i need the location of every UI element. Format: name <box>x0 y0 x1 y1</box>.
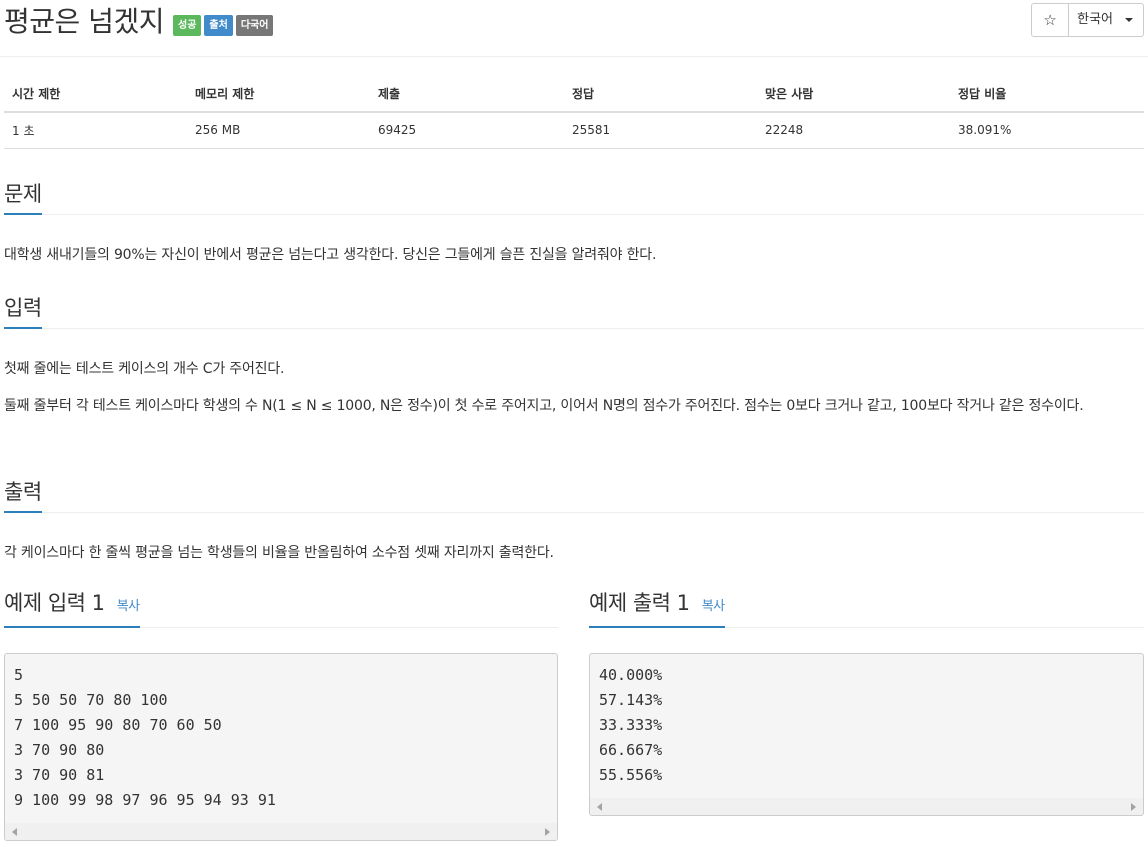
scroll-left-icon[interactable] <box>597 803 602 811</box>
copy-output-button[interactable]: 복사 <box>702 599 725 614</box>
header-buttons: ☆ 한국어 <box>1031 3 1144 37</box>
value-memory-limit: 256 MB <box>187 112 370 149</box>
problem-description: 대학생 새내기들의 90%는 자신이 반에서 평균은 넘는다고 생각한다. 당신… <box>4 247 657 263</box>
copy-input-button[interactable]: 복사 <box>117 599 140 614</box>
sample-input-header: 예제 입력 1 복사 <box>4 591 558 628</box>
sample-output-block[interactable]: 40.000% 57.143% 33.333% 66.667% 55.556% <box>589 653 1144 816</box>
badge-success[interactable]: 성공 <box>173 15 202 36</box>
star-icon: ☆ <box>1043 11 1057 29</box>
value-accept-ratio: 38.091% <box>950 112 1144 149</box>
output-description: 각 케이스마다 한 줄씩 평균을 넘는 학생들의 비율을 반올림하여 소수점 셋… <box>4 545 554 561</box>
code-line: 55.556% <box>599 766 663 784</box>
code-line: 3 70 90 80 <box>14 741 105 759</box>
scroll-left-icon[interactable] <box>12 828 17 836</box>
header-solved-users: 맞은 사람 <box>757 75 950 113</box>
value-accepted: 25581 <box>564 112 757 149</box>
badge-source[interactable]: 출처 <box>204 15 233 36</box>
value-solved-users: 22248 <box>757 112 950 149</box>
badge-multilang[interactable]: 다국어 <box>235 15 274 36</box>
code-line: 33.333% <box>599 716 663 734</box>
output-heading: 출력 <box>4 477 42 513</box>
sample-output-header: 예제 출력 1 복사 <box>589 591 1144 628</box>
page-title: 평균은 넘겠지 <box>4 5 164 38</box>
sample-output-lines: 40.000% 57.143% 33.333% 66.667% 55.556% <box>590 654 1143 788</box>
table-row: 1 초 256 MB 69425 25581 22248 38.091% <box>4 112 1144 149</box>
language-label: 한국어 <box>1077 12 1113 27</box>
code-line: 3 70 90 81 <box>14 766 105 784</box>
input-section-header: 입력 <box>4 292 1144 329</box>
input-description-1: 첫째 줄에는 테스트 케이스의 개수 C가 주어진다. <box>4 361 285 377</box>
scroll-right-icon[interactable] <box>545 828 550 836</box>
input-description-2: 둘째 줄부터 각 테스트 케이스마다 학생의 수 N(1 ≤ N ≤ 1000,… <box>4 398 1084 414</box>
horizontal-scrollbar[interactable] <box>590 798 1143 815</box>
input-heading: 입력 <box>4 293 42 329</box>
sample-input-heading: 예제 입력 1 복사 <box>4 588 140 628</box>
problem-section-header: 문제 <box>4 178 1144 215</box>
header-memory-limit: 메모리 제한 <box>187 75 370 113</box>
header-accepted: 정답 <box>564 75 757 113</box>
code-line: 66.667% <box>599 741 663 759</box>
code-line: 5 50 50 70 80 100 <box>14 691 168 709</box>
table-header-row: 시간 제한 메모리 제한 제출 정답 맞은 사람 정답 비율 <box>4 75 1144 113</box>
badge-group: 성공 출처 다국어 <box>173 15 274 36</box>
caret-down-icon <box>1125 18 1133 22</box>
code-line: 40.000% <box>599 666 663 684</box>
sample-input-lines: 5 5 50 50 70 80 100 7 100 95 90 80 70 60 5… <box>5 654 557 813</box>
value-submissions: 69425 <box>370 112 564 149</box>
problem-info-table: 시간 제한 메모리 제한 제출 정답 맞은 사람 정답 비율 1 초 256 M… <box>4 75 1144 149</box>
code-line: 57.143% <box>599 691 663 709</box>
code-line: 7 100 95 90 80 70 60 50 <box>14 716 222 734</box>
sample-input-block[interactable]: 5 5 50 50 70 80 100 7 100 95 90 80 70 60 5… <box>4 653 558 841</box>
problem-heading: 문제 <box>4 179 42 215</box>
output-section-header: 출력 <box>4 476 1144 513</box>
scroll-right-icon[interactable] <box>1131 803 1136 811</box>
language-dropdown[interactable]: 한국어 <box>1069 3 1144 37</box>
code-line: 9 100 99 98 97 96 95 94 93 91 <box>14 791 276 809</box>
code-line: 5 <box>14 666 24 684</box>
horizontal-scrollbar[interactable] <box>5 823 557 840</box>
star-button[interactable]: ☆ <box>1031 3 1070 37</box>
sample-output-heading: 예제 출력 1 복사 <box>589 588 725 628</box>
header-submissions: 제출 <box>370 75 564 113</box>
sample-input-title: 예제 입력 1 <box>4 591 105 615</box>
page-header: 평균은 넘겠지 성공 출처 다국어 ☆ 한국어 <box>0 0 1148 57</box>
value-time-limit: 1 초 <box>4 112 187 149</box>
sample-output-title: 예제 출력 1 <box>589 591 690 615</box>
header-time-limit: 시간 제한 <box>4 75 187 113</box>
header-accept-ratio: 정답 비율 <box>950 75 1144 113</box>
